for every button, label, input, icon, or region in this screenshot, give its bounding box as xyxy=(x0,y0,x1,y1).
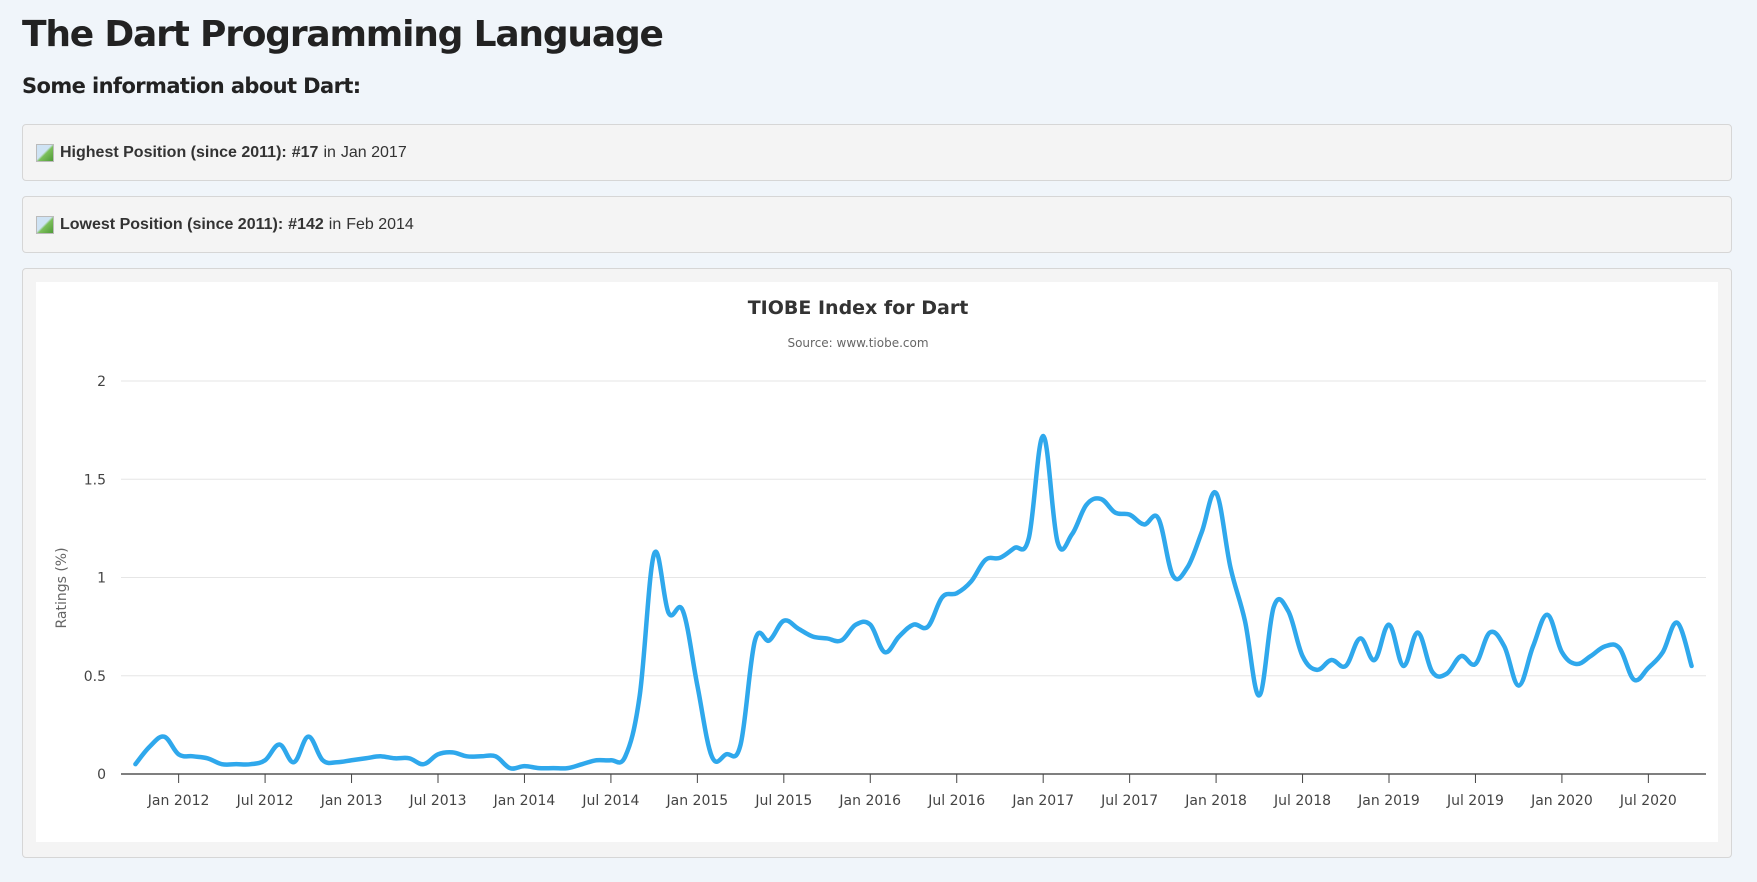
x-tick-label: Jul 2020 xyxy=(1619,793,1677,809)
y-tick-label: 0.5 xyxy=(84,669,106,685)
x-tick-label: Jul 2019 xyxy=(1446,793,1504,809)
y-axis-ticks: 0 0.5 1 1.5 2 xyxy=(84,374,106,783)
x-tick-label: Jan 2013 xyxy=(320,793,383,809)
x-tick-label: Jan 2018 xyxy=(1184,793,1247,809)
chart-subtitle: Source: www.tiobe.com xyxy=(787,336,928,350)
highest-position-value: #17 xyxy=(291,143,319,161)
x-tick-label: Jul 2015 xyxy=(754,793,812,809)
highest-position-date: Jan 2017 xyxy=(340,143,407,161)
x-axis-ticks: Jan 2012 Jul 2012 Jan 2013 Jul 2013 Jan 2014… xyxy=(121,773,1706,809)
trend-image-icon xyxy=(36,143,54,162)
grid-lines xyxy=(121,380,1706,677)
x-tick-label: Jan 2012 xyxy=(147,793,210,809)
chart-title: TIOBE Index for Dart xyxy=(748,297,969,319)
highest-position-box: Highest Position (since 2011): #17 in Ja… xyxy=(22,124,1732,181)
trend-image-icon xyxy=(36,215,54,234)
lowest-position-label: Lowest Position (since 2011): xyxy=(60,215,284,233)
x-tick-label: Jan 2019 xyxy=(1357,793,1420,809)
series-line xyxy=(133,433,1694,771)
page-title: The Dart Programming Language xyxy=(22,14,664,55)
x-tick-label: Jul 2012 xyxy=(236,793,294,809)
x-tick-label: Jul 2018 xyxy=(1273,793,1331,809)
y-tick-label: 1.5 xyxy=(84,472,106,488)
y-axis-label: Ratings (%) xyxy=(54,547,70,628)
lowest-position-date: Feb 2014 xyxy=(346,215,414,233)
x-tick-label: Jul 2013 xyxy=(409,793,467,809)
x-tick-label: Jul 2016 xyxy=(927,793,985,809)
lowest-position-value: #142 xyxy=(288,215,324,233)
highest-position-sep: in xyxy=(323,143,336,161)
y-tick-label: 2 xyxy=(97,374,106,390)
page-subtitle: Some information about Dart: xyxy=(22,74,361,98)
tiobe-chart: TIOBE Index for Dart Source: www.tiobe.c… xyxy=(54,297,1706,809)
x-tick-label: Jan 2017 xyxy=(1011,793,1074,809)
x-tick-label: Jan 2014 xyxy=(493,793,556,809)
x-tick-label: Jan 2015 xyxy=(666,793,729,809)
x-tick-label: Jul 2017 xyxy=(1100,793,1158,809)
highest-position-label: Highest Position (since 2011): xyxy=(60,143,287,161)
chart-container: TIOBE Index for Dart Source: www.tiobe.c… xyxy=(22,268,1732,858)
x-tick-label: Jan 2020 xyxy=(1530,793,1593,809)
y-tick-label: 1 xyxy=(97,571,106,587)
x-tick-label: Jul 2014 xyxy=(581,793,639,809)
lowest-position-box: Lowest Position (since 2011): #142 in Fe… xyxy=(22,196,1732,253)
x-tick-label: Jan 2016 xyxy=(838,793,901,809)
lowest-position-sep: in xyxy=(328,215,342,233)
chart-area: TIOBE Index for Dart Source: www.tiobe.c… xyxy=(36,282,1718,842)
y-tick-label: 0 xyxy=(97,767,106,783)
page: The Dart Programming Language Some infor… xyxy=(0,0,1757,882)
series-layer xyxy=(133,433,1694,771)
